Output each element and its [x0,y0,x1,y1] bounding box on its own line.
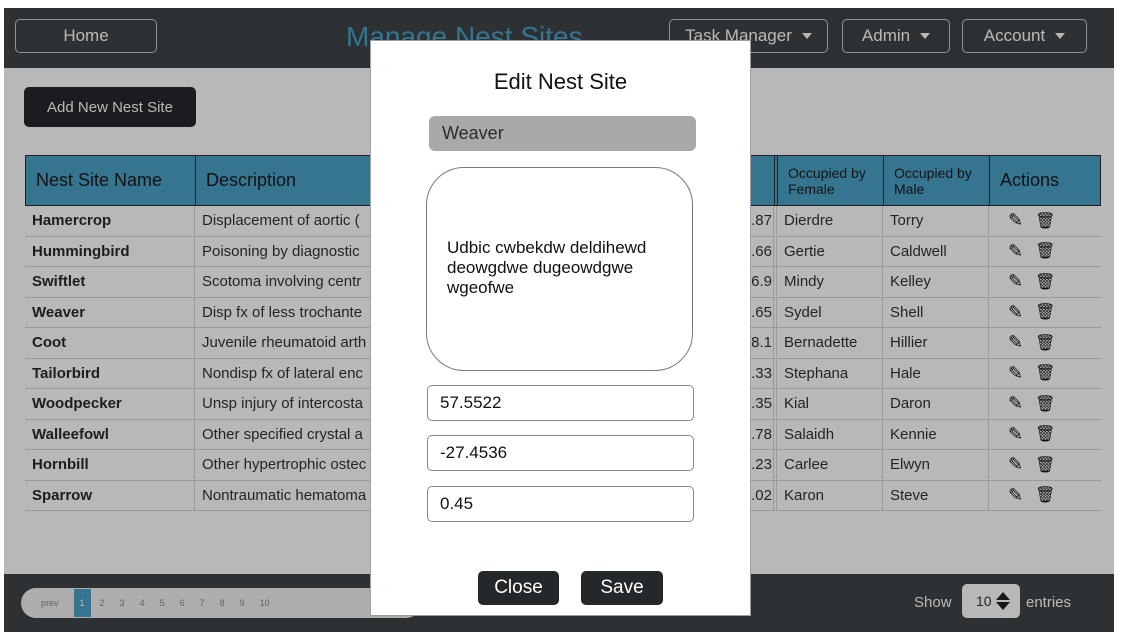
edit-nest-site-dialog: Edit Nest Site Weaver Udbic cwbekdw deld… [370,40,751,616]
description-field[interactable]: Udbic cwbekdw deldihewd deowgdwe dugeowd… [426,167,693,371]
nest-site-name-field[interactable]: Weaver [429,116,696,151]
dialog-title: Edit Nest Site [493,69,628,94]
app-window: Home Manage Nest Sites Task Manager Admi… [4,8,1114,632]
latitude-field[interactable]: 57.5522 [427,385,694,421]
save-button[interactable]: Save [581,571,663,605]
value-field[interactable]: 0.45 [427,486,694,522]
close-button[interactable]: Close [478,571,559,605]
longitude-field[interactable]: -27.4536 [427,435,694,471]
